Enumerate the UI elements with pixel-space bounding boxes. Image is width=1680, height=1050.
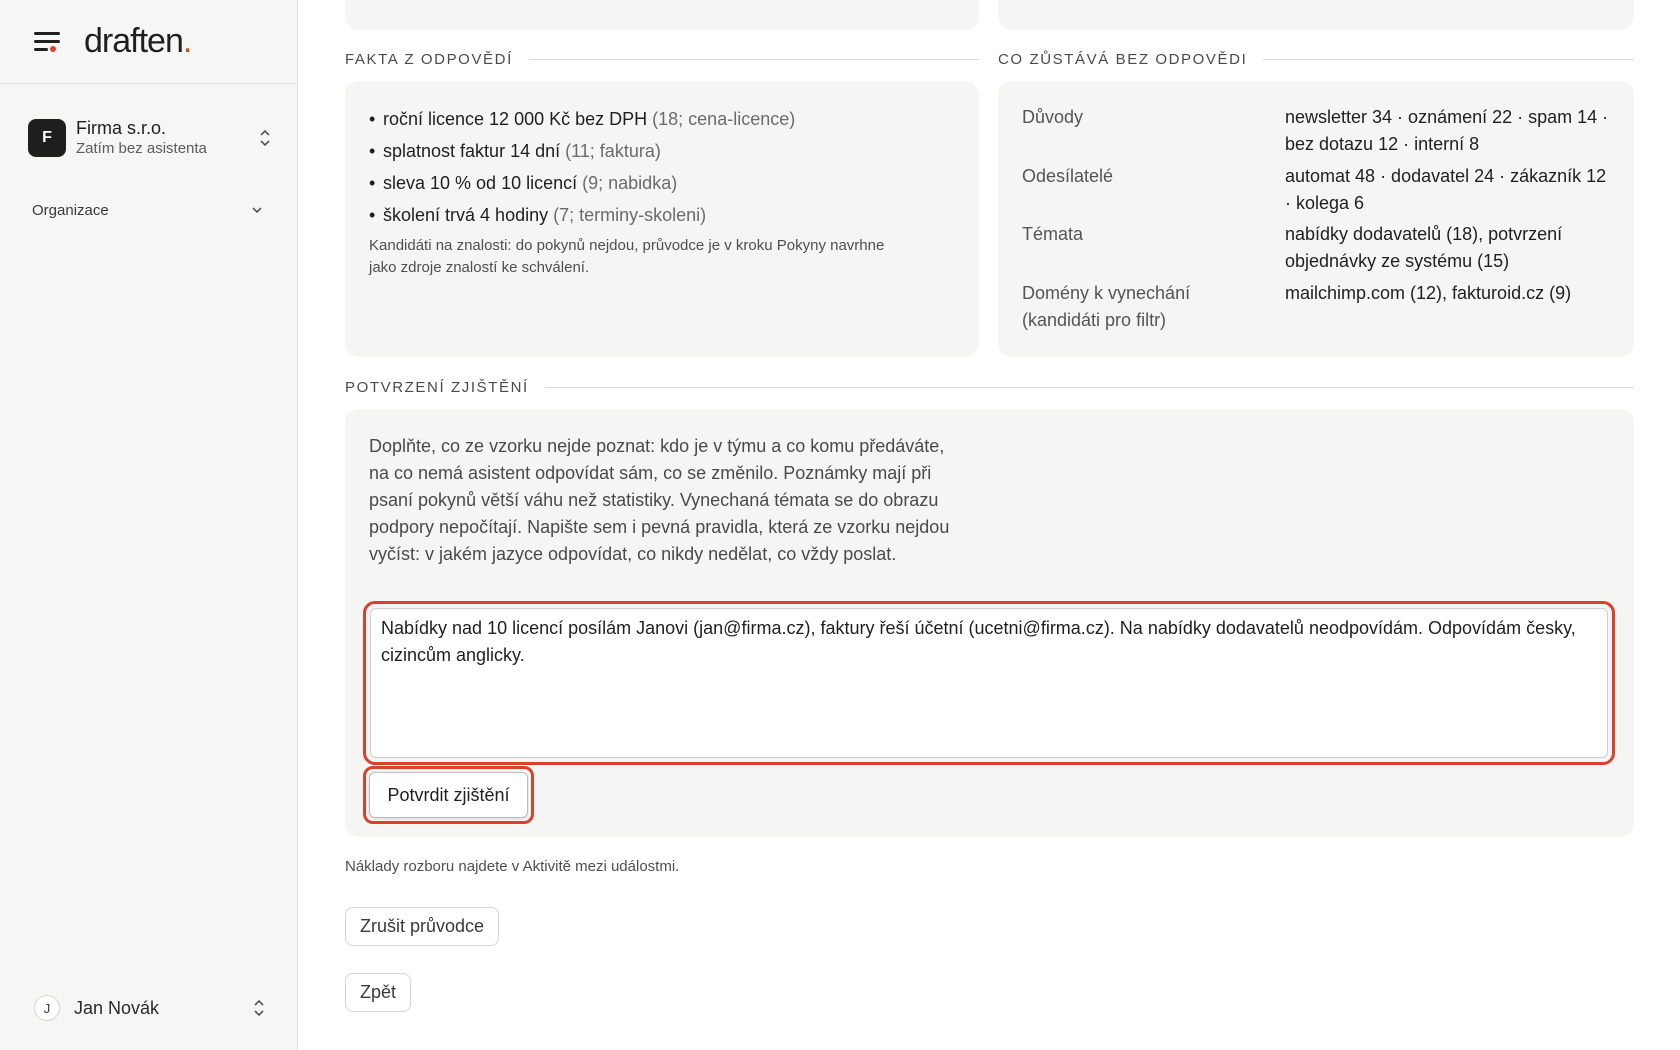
notes-highlight: Nabídky nad 10 licencí posílám Janovi (j… [363,601,1615,765]
kv-row: Důvody newsletter 34 · oznámení 22 · spa… [1022,107,1609,154]
list-item: • roční licence 12 000 Kč bez DPH (18; ce… [369,109,796,129]
confirm-card: Doplňte, co ze vzorku nejde poznat: kdo … [345,409,1634,837]
logo[interactable]: draften. [84,22,192,61]
kv-row: Odesílatelé automat 48 · dodavatel 24 · … [1022,166,1607,213]
confirm-button-highlight: Potvrdit zjištění [363,766,534,824]
org-avatar: F [28,119,66,157]
previous-card-left [345,0,979,30]
main-content: Fakta z odpovědí • roční licence 12 000 K… [345,0,1635,1050]
chevron-down-icon [252,207,262,214]
menu-icon[interactable] [34,31,60,52]
cancel-wizard-button[interactable]: Zrušit průvodce [345,907,500,946]
list-item: • sleva 10 % od 10 licencí (9; nabidka) [369,173,678,193]
facts-list: • roční licence 12 000 Kč bez DPH (18; ce… [369,103,959,231]
facts-heading: Fakta z odpovědí [345,49,979,69]
kv-row: Domény k vynechání (kandidáti pro filtr)… [1022,283,1572,330]
org-name: Firma s.r.o. [76,118,167,138]
brand-header: draften. [0,0,297,84]
sidebar: draften. F Firma s.r.o. Zatím bez asiste… [0,0,298,1050]
list-item: • splatnost faktur 14 dní (11; faktura) [369,141,661,161]
confirm-findings-button[interactable]: Potvrdit zjištění [369,772,528,818]
facts-card: • roční licence 12 000 Kč bez DPH (18; ce… [345,81,979,357]
user-menu[interactable]: J Jan Novák [34,994,266,1022]
user-name: Jan Novák [74,997,160,1018]
sidebar-section-label: Organizace [32,201,109,219]
list-item: • školení trvá 4 hodiny (7; terminy-skole… [369,205,707,225]
kv-row: Témata nabídky dodavatelů (18), potvrzen… [1022,224,1563,271]
back-button[interactable]: Zpět [345,973,412,1012]
org-switcher[interactable]: F Firma s.r.o. Zatím bez asistenta [28,116,272,160]
unanswered-heading: Co zůstává bez odpovědi [998,49,1634,69]
notes-textarea[interactable]: Nabídky nad 10 licencí posílám Janovi (j… [370,608,1608,758]
chevron-up-down-icon [252,997,266,1019]
confirm-heading: Potvrzení zjištění [345,377,1634,397]
chevron-up-down-icon [258,127,272,149]
unanswered-card: Důvody newsletter 34 · oznámení 22 · spa… [998,81,1634,357]
user-avatar: J [34,995,60,1021]
previous-card-right [998,0,1634,30]
knowledge-candidates-note: Kandidáti na znalosti: do pokynů nejdou,… [369,237,885,276]
confirm-instructions: Doplňte, co ze vzorku nejde poznat: kdo … [369,436,950,564]
sidebar-section-organizace[interactable]: Organizace [32,198,264,222]
org-status: Zatím bez asistenta [76,140,207,157]
cost-note: Náklady rozboru najdete v Aktivitě mezi … [345,858,680,875]
